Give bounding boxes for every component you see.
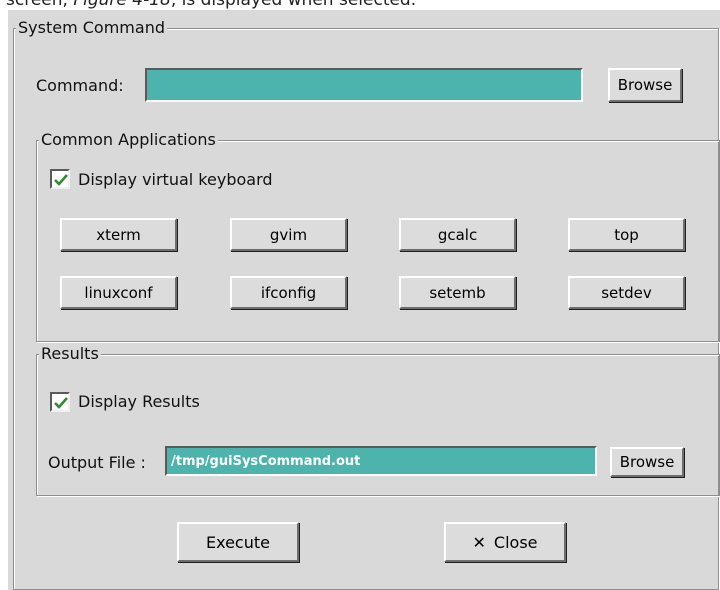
close-button[interactable]: ✕ Close (444, 522, 566, 562)
display-results-label[interactable]: Display Results (78, 392, 200, 411)
caption-figure-ref: Figure 4-18 (73, 0, 171, 10)
app-button-setemb[interactable]: setemb (399, 276, 516, 309)
app-button-ifconfig[interactable]: ifconfig (230, 276, 347, 309)
display-results-checkbox[interactable] (50, 392, 70, 412)
app-button-xterm[interactable]: xterm (60, 218, 177, 251)
command-label: Command: (36, 76, 124, 95)
virtual-keyboard-label[interactable]: Display virtual keyboard (78, 170, 273, 189)
caption-text-before: screen, (6, 0, 74, 10)
output-file-input[interactable]: /tmp/guiSysCommand.out (165, 446, 597, 476)
checkmark-icon (54, 397, 68, 409)
app-button-gcalc[interactable]: gcalc (399, 218, 516, 251)
document-caption: screen, Figure 4-18, is displayed when s… (6, 0, 416, 10)
system-command-title: System Command (16, 18, 167, 38)
app-button-gvim[interactable]: gvim (230, 218, 347, 251)
app-button-top[interactable]: top (568, 218, 685, 251)
app-button-linuxconf[interactable]: linuxconf (60, 276, 177, 309)
common-applications-title: Common Applications (39, 130, 218, 150)
app-button-setdev[interactable]: setdev (568, 276, 685, 309)
results-title: Results (39, 344, 101, 364)
system-command-dialog: System Command Command: Browse Common Ap… (8, 10, 720, 590)
command-browse-button[interactable]: Browse (608, 68, 682, 102)
output-file-label: Output File : (48, 453, 146, 472)
checkmark-icon (54, 174, 68, 186)
output-browse-button[interactable]: Browse (610, 447, 684, 477)
execute-button[interactable]: Execute (177, 522, 299, 562)
virtual-keyboard-checkbox[interactable] (50, 169, 70, 189)
x-icon: ✕ (472, 532, 486, 552)
command-input[interactable] (145, 68, 583, 102)
caption-text-after: , is displayed when selected. (170, 0, 417, 10)
close-button-label: Close (493, 532, 538, 552)
